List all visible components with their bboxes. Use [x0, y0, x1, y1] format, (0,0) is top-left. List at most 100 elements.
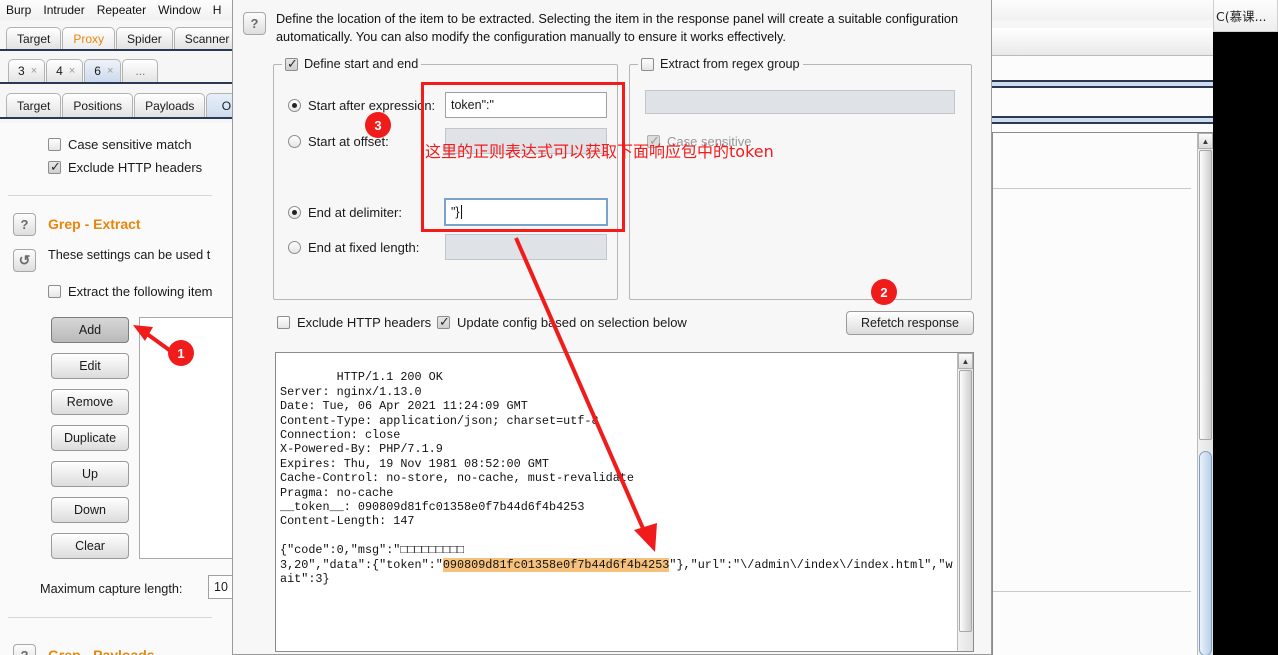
end-at-delimiter-input[interactable]: "}	[444, 198, 608, 226]
refetch-response-button[interactable]: Refetch response	[846, 311, 974, 335]
checkbox-icon[interactable]	[641, 57, 654, 71]
end-at-fixed-length-row[interactable]: End at fixed length:	[288, 240, 419, 255]
clear-button[interactable]: Clear	[51, 533, 129, 559]
end-at-fixed-length-label: End at fixed length:	[308, 240, 420, 255]
divider	[8, 617, 212, 618]
tab-scanner[interactable]: Scanner	[173, 27, 241, 49]
start-after-expression-row[interactable]: Start after expression:	[288, 98, 435, 113]
response-viewer[interactable]: HTTP/1.1 200 OK Server: nginx/1.13.0 Dat…	[275, 352, 974, 652]
right-content-pane: ▲	[992, 132, 1213, 655]
close-icon[interactable]: ×	[31, 65, 37, 77]
grep-extract-description: These settings can be used t	[48, 248, 211, 262]
screen: Burp Intruder Repeater Window H Target P…	[0, 0, 1278, 655]
tab-spider[interactable]: Spider	[116, 27, 173, 49]
scroll-thumb[interactable]	[959, 370, 972, 632]
extract-regex-legend[interactable]: Extract from regex group	[638, 57, 803, 71]
attack-tab-6[interactable]: 6 ×	[84, 59, 122, 82]
divider	[993, 188, 1191, 189]
menu-item-window[interactable]: Window	[158, 3, 201, 17]
scroll-thumb-secondary[interactable]	[1199, 451, 1212, 655]
exclude-http-headers-row[interactable]: Exclude HTTP headers	[48, 159, 203, 175]
checkbox-icon[interactable]	[437, 314, 450, 329]
grep-extract-title: Grep - Extract	[48, 216, 141, 232]
extract-following-items-label: Extract the following item	[68, 284, 213, 299]
text-caret	[460, 205, 462, 219]
radio-icon[interactable]	[288, 99, 301, 112]
grep-payloads-title: Grep - Payloads	[48, 647, 155, 655]
attack-tab-3[interactable]: 3 ×	[8, 59, 46, 82]
attack-tab-4[interactable]: 4 ×	[46, 59, 84, 82]
attack-tab-4-label: 4	[56, 64, 63, 78]
exclude-http-headers-label: Exclude HTTP headers	[68, 160, 203, 175]
end-at-delimiter-row[interactable]: End at delimiter:	[288, 205, 402, 220]
case-sensitive-match-row[interactable]: Case sensitive match	[48, 137, 192, 152]
define-start-end-legend[interactable]: Define start and end	[282, 56, 421, 71]
subtab-positions[interactable]: Positions	[62, 93, 134, 117]
checkbox-icon[interactable]	[48, 159, 61, 174]
duplicate-button[interactable]: Duplicate	[51, 425, 129, 451]
define-start-end-label: Define start and end	[304, 57, 419, 71]
remove-button[interactable]: Remove	[51, 389, 129, 415]
subtab-payloads[interactable]: Payloads	[134, 93, 206, 117]
tab-proxy[interactable]: Proxy	[62, 27, 116, 49]
help-icon[interactable]: ?	[13, 213, 36, 236]
dialog-exclude-http-headers-row[interactable]: Exclude HTTP headers	[277, 315, 431, 330]
checkbox-icon[interactable]	[48, 138, 61, 151]
subtab-target[interactable]: Target	[6, 93, 62, 117]
update-config-row[interactable]: Update config based on selection below	[437, 314, 687, 330]
scroll-up-icon[interactable]: ▲	[958, 353, 973, 369]
refresh-icon[interactable]: ↺	[13, 249, 36, 272]
define-extract-dialog: ? Define the location of the item to be …	[232, 0, 992, 655]
end-at-fixed-length-input	[445, 234, 607, 260]
dialog-exclude-http-headers-label: Exclude HTTP headers	[297, 315, 432, 330]
response-scrollbar[interactable]: ▲	[957, 353, 973, 651]
response-text: HTTP/1.1 200 OK Server: nginx/1.13.0 Dat…	[280, 356, 953, 601]
menu-item-help[interactable]: H	[213, 3, 222, 17]
checkbox-icon[interactable]	[48, 285, 61, 298]
attack-tab-6-label: 6	[94, 64, 101, 78]
menu-item-intruder[interactable]: Intruder	[43, 3, 84, 17]
close-icon[interactable]: ×	[69, 65, 75, 77]
max-capture-length-label: Maximum capture length:	[40, 582, 183, 596]
radio-icon[interactable]	[288, 241, 301, 254]
attack-tab-3-label: 3	[18, 64, 25, 78]
right-pane-row-1	[992, 56, 1213, 82]
response-headers: HTTP/1.1 200 OK Server: nginx/1.13.0 Dat…	[280, 370, 634, 529]
right-pane-scrollbar[interactable]: ▲	[1197, 133, 1213, 655]
add-button[interactable]: Add	[51, 317, 129, 343]
tab-target[interactable]: Target	[6, 27, 62, 49]
scroll-up-icon[interactable]: ▲	[1198, 133, 1213, 149]
divider	[993, 591, 1191, 592]
divider	[8, 195, 212, 196]
menu-item-repeater[interactable]: Repeater	[97, 3, 146, 17]
checkbox-icon[interactable]	[277, 316, 290, 329]
case-sensitive-match-label: Case sensitive match	[68, 137, 192, 152]
update-config-label: Update config based on selection below	[457, 315, 687, 330]
start-after-expression-label: Start after expression:	[308, 98, 436, 113]
right-pane-header	[992, 28, 1213, 56]
extract-following-items-row[interactable]: Extract the following item	[48, 284, 213, 299]
down-button[interactable]: Down	[51, 497, 129, 523]
regex-pattern-input	[645, 90, 955, 114]
checkbox-icon[interactable]	[285, 56, 298, 71]
menu-item-burp[interactable]: Burp	[6, 3, 31, 17]
attack-tab-more[interactable]: ...	[122, 59, 159, 82]
help-icon[interactable]: ?	[243, 12, 266, 35]
radio-icon[interactable]	[288, 135, 301, 148]
annotation-badge-3: 3	[365, 112, 391, 138]
end-at-delimiter-label: End at delimiter:	[308, 205, 402, 220]
radio-icon[interactable]	[288, 206, 301, 219]
edit-button[interactable]: Edit	[51, 353, 129, 379]
desktop-background	[1213, 32, 1278, 655]
response-body-prefix: {"code":0,"msg":"□□□□□□□□□ 3,20","data":…	[280, 543, 465, 572]
dialog-description: Define the location of the item to be ex…	[276, 12, 959, 44]
taskbar-item[interactable]: C(慕课...	[1213, 0, 1278, 32]
up-button[interactable]: Up	[51, 461, 129, 487]
scroll-thumb[interactable]	[1199, 150, 1212, 440]
annotation-badge-2: 2	[871, 279, 897, 305]
help-icon[interactable]: ?	[13, 644, 36, 655]
response-token-highlight: 090809d81fc01358e0f7b44d6f4b4253	[442, 557, 670, 572]
close-icon[interactable]: ×	[107, 65, 113, 77]
right-pane-row-2	[992, 88, 1213, 118]
start-after-expression-input[interactable]: token":"	[445, 92, 607, 118]
